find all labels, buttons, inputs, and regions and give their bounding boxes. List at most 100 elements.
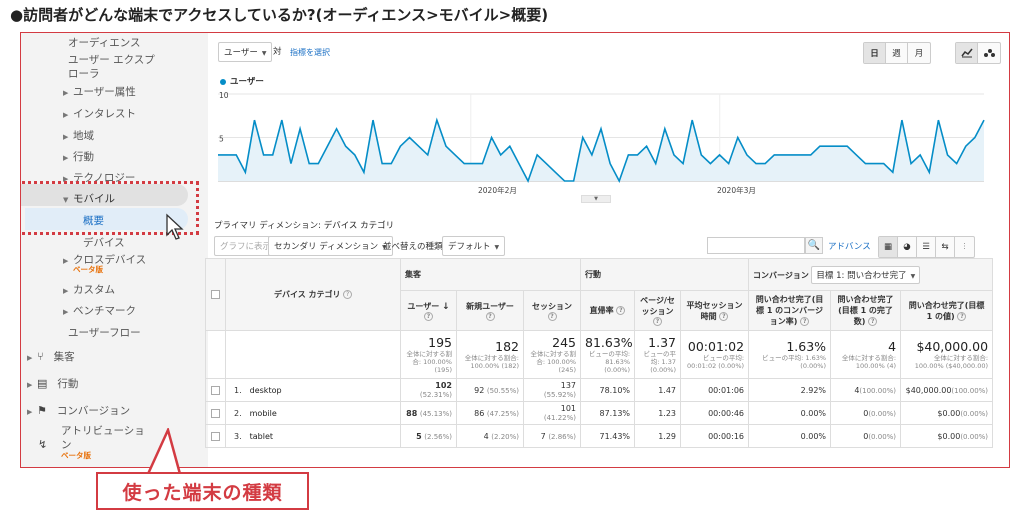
pivot-view-icon[interactable]: ⫶ — [955, 237, 974, 257]
device-link[interactable]: tablet — [250, 432, 273, 441]
totals-value: 195 — [428, 335, 452, 350]
conv-rate-cell: 0.00% — [748, 401, 832, 425]
sidebar-item-acquisition[interactable]: ▶ ⑂ 集客 — [27, 349, 214, 364]
behavior-group-header: 行動 — [580, 258, 750, 291]
value-cell: $40,000.00(100.00%) — [900, 378, 994, 402]
x-tick-feb: 2020年2月 — [478, 186, 517, 195]
expand-arrow-icon: ▶ — [63, 133, 69, 141]
select-metric-link[interactable]: 指標を選択 — [290, 47, 330, 58]
col-sessions[interactable]: セッション? — [522, 290, 582, 331]
y-tick-label: 5 — [219, 135, 224, 144]
sidebar-item-conversion[interactable]: ▶ ⚑ コンバージョン — [27, 403, 214, 418]
sort-select[interactable]: デフォルト ▼ — [442, 236, 506, 256]
conversion-group-header: コンバージョン 目標 1: 問い合わせ完了 ▼ — [748, 258, 994, 291]
period-month-button[interactable]: 月 — [908, 43, 930, 63]
totals-subtext: ビューの平均: 81.63% (0.00%) — [588, 350, 631, 374]
help-icon[interactable]: ? — [719, 311, 729, 321]
legend-dot-icon — [220, 78, 226, 85]
chart-legend: ユーザー — [220, 75, 264, 87]
users-cell: 88 (45.13%) — [400, 401, 457, 425]
totals-cell: 182 全体に対する割合: 100.00% (182) — [456, 330, 524, 379]
help-icon[interactable]: ? — [957, 311, 967, 321]
table-row[interactable]: 1. desktop 102 (52.31%) 92 (50.55%) 137 (55.… — [205, 378, 994, 402]
col-goal1-completions[interactable]: 問い合わせ完了(目標 1 の完了数) ? — [830, 290, 902, 331]
totals-cell: 1.63% ビューの平均: 1.63% (0.00%) — [748, 330, 832, 379]
users-cell: 102 (52.31%) — [400, 378, 457, 402]
row-checkbox-cell — [205, 378, 226, 402]
expand-arrow-icon: ▶ — [27, 408, 33, 416]
expand-arrow-icon: ▶ — [63, 111, 69, 119]
device-cell: 2. mobile — [225, 401, 401, 425]
table-row[interactable]: 3. tablet 5 (2.56%) 4 (2.20%) 7 (2.86%) 71.43… — [205, 424, 994, 448]
col-pages-per-session[interactable]: ページ/セッション ? — [634, 290, 682, 331]
device-link[interactable]: mobile — [250, 409, 277, 418]
data-table: デバイス カテゴリ ? 集客 行動 コンバージョン 目標 1: 問い合わせ完了 ▼… — [205, 258, 994, 448]
col-goal1-value[interactable]: 問い合わせ完了(目標 1 の値) ? — [900, 290, 994, 331]
pie-view-icon[interactable]: ◕ — [898, 237, 917, 257]
value-cell: $0.00(0.00%) — [900, 424, 994, 448]
sessions-cell: 7 (2.86%) — [522, 424, 582, 448]
col-new-users[interactable]: 新規ユーザー? — [456, 290, 524, 331]
device-link[interactable]: desktop — [250, 386, 282, 395]
help-icon[interactable]: ? — [424, 311, 433, 321]
help-icon[interactable]: ? — [616, 306, 626, 315]
bounce-cell: 78.10% — [580, 378, 636, 402]
totals-cell: 00:01:02 ビューの平均: 00:01:02 (0.00%) — [680, 330, 750, 379]
completions-cell: 0(0.00%) — [830, 424, 902, 448]
row-checkbox[interactable] — [211, 385, 220, 395]
totals-subtext: 全体に対する割合: 100.00% (4) — [841, 354, 897, 370]
totals-cell: 81.63% ビューの平均: 81.63% (0.00%) — [580, 330, 636, 379]
x-tick-mar: 2020年3月 — [717, 186, 756, 195]
period-week-button[interactable]: 週 — [886, 43, 908, 63]
caret-down-icon: ▼ — [494, 244, 500, 251]
sessions-cell: 137 (55.92%) — [522, 378, 582, 402]
select-all-checkbox[interactable] — [211, 290, 220, 299]
chart-type-group — [955, 42, 1001, 64]
row-checkbox[interactable] — [211, 431, 220, 441]
table-search-input[interactable] — [707, 237, 805, 254]
performance-view-icon[interactable]: ☰ — [917, 237, 936, 257]
table-view-icon[interactable]: ▦ — [879, 237, 898, 257]
table-row[interactable]: 2. mobile 88 (45.13%) 86 (47.25%) 101 (41.22… — [205, 401, 994, 425]
line-chart-icon[interactable] — [956, 43, 978, 63]
totals-subtext: ビューの平均: 00:01:02 (0.00%) — [687, 354, 745, 370]
y-tick-label: 10 — [219, 91, 229, 100]
totals-value: 00:01:02 — [687, 339, 745, 354]
scatter-chart-icon[interactable] — [978, 43, 1000, 63]
metric-select[interactable]: ユーザー ▼ — [218, 42, 273, 62]
new-users-cell: 4 (2.20%) — [456, 424, 524, 448]
help-icon[interactable]: ? — [547, 311, 557, 321]
device-cell: 1. desktop — [225, 378, 401, 402]
expand-arrow-icon: ▶ — [63, 257, 69, 265]
advanced-link[interactable]: アドバンス — [828, 240, 871, 252]
acquisition-icon: ⑂ — [37, 350, 44, 363]
col-goal1-conversion-rate[interactable]: 問い合わせ完了(目標 1 のコンバージョン率) ? — [748, 290, 832, 331]
chart-collapse-handle[interactable]: ▼ — [581, 195, 611, 203]
totals-subtext: ビューの平均: 1.63% (0.00%) — [762, 354, 827, 370]
goal-select[interactable]: 目標 1: 問い合わせ完了 ▼ — [811, 265, 921, 284]
device-category-header: デバイス カテゴリ ? — [225, 258, 401, 331]
expand-arrow-icon: ▶ — [63, 89, 69, 97]
secondary-dimension-select[interactable]: セカンダリ ディメンション ▼ — [268, 236, 393, 256]
help-icon[interactable]: ? — [485, 311, 495, 321]
totals-cell: $40,000.00 全体に対する割合: 100.00% ($40,000.00) — [900, 330, 994, 379]
sidebar-item-behavior-top[interactable]: ▶ ▤ 行動 — [27, 376, 214, 391]
totals-subtext: 全体に対する割合: 100.00% (245) — [530, 350, 577, 374]
search-icon[interactable]: 🔍 — [805, 237, 823, 254]
col-users[interactable]: ユーザー ↓? — [400, 290, 457, 331]
col-bounce-rate[interactable]: 直帰率 ? — [580, 290, 636, 331]
help-icon[interactable]: ? — [343, 290, 353, 299]
help-icon[interactable]: ? — [868, 317, 878, 326]
conv-rate-cell: 2.92% — [748, 378, 832, 402]
comparison-view-icon[interactable]: ⇆ — [936, 237, 955, 257]
help-icon[interactable]: ? — [653, 317, 663, 326]
help-icon[interactable]: ? — [800, 317, 810, 326]
totals-value: 182 — [495, 339, 519, 354]
beta-badge: ベータ版 — [61, 451, 91, 460]
period-day-button[interactable]: 日 — [864, 43, 886, 63]
totals-value: 1.63% — [786, 339, 827, 354]
col-avg-session-duration[interactable]: 平均セッション時間 ? — [680, 290, 750, 331]
new-users-cell: 86 (47.25%) — [456, 401, 524, 425]
main-panel: ユーザー ▼ 対 指標を選択 日 週 月 ユーザー 10 5 2020年2月 202… — [205, 33, 1009, 467]
row-checkbox[interactable] — [211, 408, 220, 418]
